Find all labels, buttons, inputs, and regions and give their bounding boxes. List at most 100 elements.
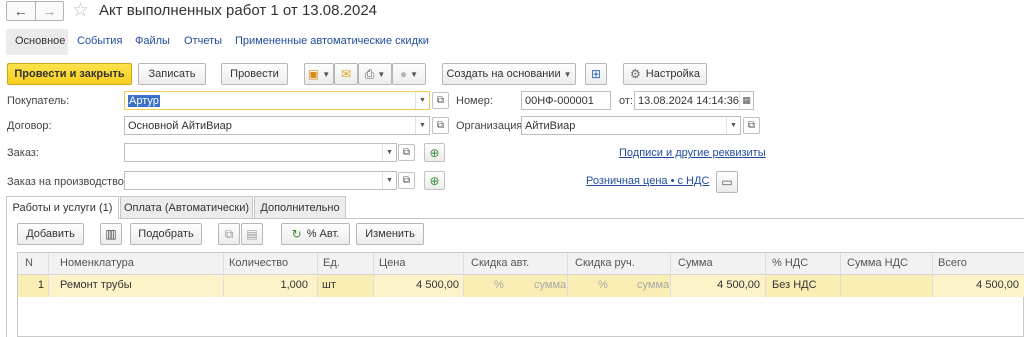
tabs-divider bbox=[6, 218, 1024, 219]
section-tab-main[interactable]: Основное bbox=[15, 35, 65, 47]
number-field[interactable]: 00НФ-000001 bbox=[521, 91, 611, 110]
document-title: Акт выполненных работ 1 от 13.08.2024 bbox=[99, 2, 378, 19]
panel-left-border bbox=[6, 218, 7, 337]
cell-manual-discount-sum[interactable]: сумма bbox=[637, 279, 669, 291]
post-and-close-button[interactable]: Провести и закрыть bbox=[7, 63, 132, 85]
column-header-manual-discount[interactable]: Скидка руч. bbox=[575, 257, 635, 269]
structure-button[interactable]: ⊞ bbox=[585, 63, 607, 85]
section-tab-files[interactable]: Файлы bbox=[135, 35, 170, 47]
cell-manual-discount-percent[interactable]: % bbox=[598, 279, 608, 291]
production-order-field[interactable]: ▼ bbox=[124, 171, 397, 190]
column-header-n[interactable]: N bbox=[25, 257, 33, 269]
open-contract-icon[interactable]: ⧉ bbox=[432, 117, 449, 134]
open-production-order-icon[interactable]: ⧉ bbox=[398, 172, 415, 189]
auto-discount-label: % Авт. bbox=[306, 228, 340, 240]
tab-additional[interactable]: Дополнительно bbox=[254, 196, 346, 218]
chevron-down-icon: ▼ bbox=[563, 69, 572, 79]
barcode-button[interactable]: ▥ bbox=[100, 223, 122, 245]
printer-icon: ⎙ bbox=[364, 67, 375, 81]
date-value: 13.08.2024 14:14:36 bbox=[638, 94, 739, 107]
contract-label: Договор: bbox=[7, 120, 52, 132]
cell-qty[interactable]: 1,000 bbox=[223, 279, 308, 291]
chevron-down-icon[interactable]: ▼ bbox=[726, 117, 740, 134]
open-order-icon[interactable]: ⧉ bbox=[398, 144, 415, 161]
column-header-qty[interactable]: Количество bbox=[229, 257, 288, 269]
cell-total[interactable]: 4 500,00 bbox=[932, 279, 1019, 291]
column-header-price[interactable]: Цена bbox=[379, 257, 405, 269]
column-header-item[interactable]: Номенклатура bbox=[60, 257, 134, 269]
email-button[interactable]: ✉ bbox=[334, 63, 358, 85]
cell-item[interactable]: Ремонт трубы bbox=[60, 279, 132, 291]
tab-payment[interactable]: Оплата (Автоматически) bbox=[120, 196, 253, 218]
chevron-down-icon: ▼ bbox=[410, 69, 419, 79]
production-order-label: Заказ на производство: bbox=[7, 176, 127, 188]
price-type-link[interactable]: Розничная цена • с НДС bbox=[586, 175, 709, 187]
items-table[interactable]: N Номенклатура Количество Ед. Цена Скидк… bbox=[17, 252, 1024, 337]
organization-field[interactable]: АйтиВиар ▼ bbox=[521, 116, 741, 135]
signatures-link[interactable]: Подписи и другие реквизиты bbox=[619, 147, 766, 159]
contract-field[interactable]: Основной АйтиВиар ▼ bbox=[124, 116, 430, 135]
cell-price[interactable]: 4 500,00 bbox=[373, 279, 459, 291]
organization-value: АйтиВиар bbox=[525, 119, 576, 132]
back-arrow-icon[interactable]: ← bbox=[7, 2, 35, 20]
column-header-unit[interactable]: Ед. bbox=[323, 257, 340, 269]
post-button[interactable]: Провести bbox=[221, 63, 288, 85]
column-header-auto-discount[interactable]: Скидка авт. bbox=[471, 257, 529, 269]
date-from-label: от: bbox=[619, 95, 633, 107]
create-production-order-icon[interactable]: ⊕ bbox=[424, 171, 445, 190]
number-value: 00НФ-000001 bbox=[525, 94, 594, 107]
create-based-on-label: Создать на основании bbox=[446, 68, 561, 80]
contract-value: Основной АйтиВиар bbox=[128, 119, 232, 132]
calendar-icon[interactable]: ▦ bbox=[739, 92, 753, 109]
open-organization-icon[interactable]: ⧉ bbox=[743, 117, 760, 134]
cell-sum[interactable]: 4 500,00 bbox=[670, 279, 760, 291]
auto-discount-button[interactable]: ↻ % Авт. bbox=[281, 223, 350, 245]
forward-arrow-icon[interactable]: → bbox=[34, 2, 64, 20]
gear-icon: ⚙ bbox=[630, 67, 641, 81]
price-settings-button[interactable]: ▭ bbox=[716, 171, 738, 193]
order-label: Заказ: bbox=[7, 147, 39, 159]
chevron-down-icon[interactable]: ▼ bbox=[382, 172, 396, 189]
create-based-on-button[interactable]: Создать на основании ▼ bbox=[442, 63, 576, 85]
section-tab-reports[interactable]: Отчеты bbox=[184, 35, 222, 47]
edo-dropdown[interactable]: ● ▼ bbox=[392, 63, 426, 85]
chevron-down-icon[interactable]: ▼ bbox=[415, 117, 429, 134]
column-header-vat-sum[interactable]: Сумма НДС bbox=[847, 257, 908, 269]
cell-vat-rate[interactable]: Без НДС bbox=[772, 279, 817, 291]
chevron-down-icon: ▼ bbox=[322, 69, 331, 79]
column-divider bbox=[317, 253, 318, 297]
copy-icon: ⧉ bbox=[224, 227, 234, 241]
column-divider bbox=[48, 253, 49, 297]
change-button[interactable]: Изменить bbox=[356, 223, 424, 245]
refresh-icon: ↻ bbox=[291, 227, 302, 241]
cell-auto-discount-sum[interactable]: сумма bbox=[534, 279, 566, 291]
section-tab-auto-discounts[interactable]: Примененные автоматические скидки bbox=[235, 35, 429, 47]
paste-button[interactable]: ▤ bbox=[241, 223, 263, 245]
chevron-down-icon[interactable]: ▼ bbox=[382, 144, 396, 161]
tab-works-services[interactable]: Работы и услуги (1) bbox=[6, 196, 119, 219]
price-card-icon: ▭ bbox=[721, 175, 733, 189]
clipboard-icon: ▤ bbox=[246, 227, 258, 241]
column-header-sum[interactable]: Сумма bbox=[678, 257, 713, 269]
pick-button[interactable]: Подобрать bbox=[130, 223, 202, 245]
open-buyer-icon[interactable]: ⧉ bbox=[432, 92, 449, 109]
column-header-vat-rate[interactable]: % НДС bbox=[772, 257, 808, 269]
print-forms-dropdown[interactable]: ▣ ▼ bbox=[304, 63, 334, 85]
buyer-field[interactable]: Артур ▼ bbox=[124, 91, 430, 110]
cell-auto-discount-percent[interactable]: % bbox=[494, 279, 504, 291]
print-dropdown[interactable]: ⎙ ▼ bbox=[358, 63, 392, 85]
save-button[interactable]: Записать bbox=[138, 63, 206, 85]
create-order-icon[interactable]: ⊕ bbox=[424, 143, 445, 162]
date-field[interactable]: 13.08.2024 14:14:36 ▦ bbox=[634, 91, 754, 110]
column-header-total[interactable]: Всего bbox=[938, 257, 967, 269]
section-tab-events[interactable]: События bbox=[77, 35, 122, 47]
add-row-button[interactable]: Добавить bbox=[17, 223, 84, 245]
cell-n[interactable]: 1 bbox=[22, 279, 44, 291]
copy-button[interactable]: ⧉ bbox=[218, 223, 240, 245]
favorite-star-icon[interactable]: ☆ bbox=[72, 0, 89, 22]
chevron-down-icon[interactable]: ▼ bbox=[415, 92, 429, 109]
order-field[interactable]: ▼ bbox=[124, 143, 397, 162]
chevron-down-icon: ▼ bbox=[377, 69, 386, 79]
cell-unit[interactable]: шт bbox=[322, 279, 336, 291]
settings-button[interactable]: ⚙ Настройка bbox=[623, 63, 707, 85]
